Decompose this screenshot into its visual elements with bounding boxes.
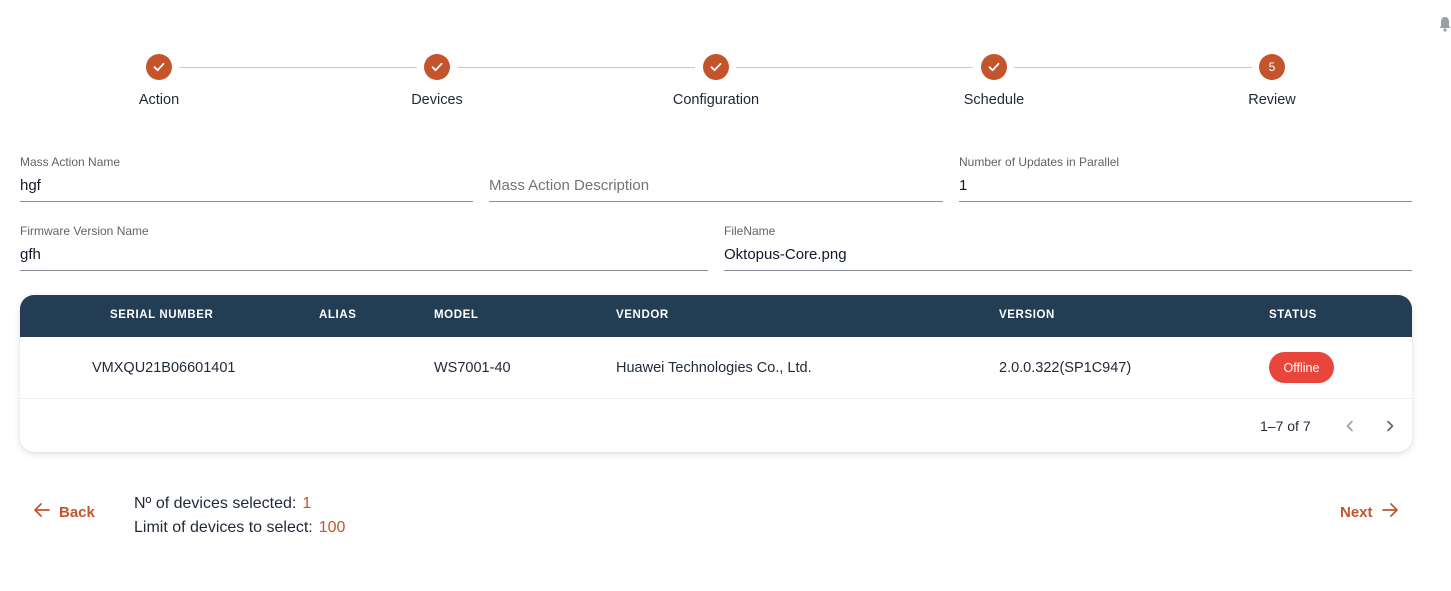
back-button[interactable]: Back xyxy=(33,502,95,522)
devices-selected-label: Nº of devices selected: xyxy=(134,495,297,512)
chevron-right-icon[interactable] xyxy=(1378,414,1402,438)
field-label: Firmware Version Name xyxy=(20,224,149,238)
column-header-serial: SERIAL NUMBER xyxy=(110,309,214,321)
column-header-model: MODEL xyxy=(434,309,479,321)
stepper: Action Devices Configuration Schedule 5 … xyxy=(0,54,1451,124)
column-header-version: VERSION xyxy=(999,309,1055,321)
field-value: Oktopus-Core.png xyxy=(724,246,847,263)
arrow-left-icon xyxy=(33,502,51,522)
column-header-alias: ALIAS xyxy=(319,309,357,321)
back-label: Back xyxy=(59,503,95,521)
file-name-field[interactable]: FileName Oktopus-Core.png xyxy=(724,224,1412,271)
mass-action-description-field[interactable]: Mass Action Description xyxy=(489,155,943,202)
devices-table: SERIAL NUMBER ALIAS MODEL VENDOR VERSION… xyxy=(20,295,1412,452)
cell-serial: VMXQU21B06601401 xyxy=(92,360,236,376)
cell-vendor: Huawei Technologies Co., Ltd. xyxy=(616,360,812,376)
check-icon xyxy=(146,54,172,80)
field-value: hgf xyxy=(20,177,41,194)
step-label: Devices xyxy=(411,92,463,108)
step-label: Review xyxy=(1248,92,1296,108)
step-configuration: Configuration xyxy=(616,54,816,108)
field-label: FileName xyxy=(724,224,776,238)
field-label: Mass Action Name xyxy=(20,155,121,169)
firmware-version-name-field[interactable]: Firmware Version Name gfh xyxy=(20,224,708,271)
pagination-info: 1–7 of 7 xyxy=(1260,418,1311,434)
step-label: Configuration xyxy=(672,92,760,108)
step-schedule: Schedule xyxy=(894,54,1094,108)
check-icon xyxy=(424,54,450,80)
table-header: SERIAL NUMBER ALIAS MODEL VENDOR VERSION… xyxy=(20,295,1412,337)
cell-version: 2.0.0.322(SP1C947) xyxy=(999,360,1132,376)
step-action: Action xyxy=(59,54,259,108)
next-label: Next xyxy=(1340,503,1373,521)
devices-selected-value: 1 xyxy=(302,495,312,512)
mass-action-name-field[interactable]: Mass Action Name hgf xyxy=(20,155,473,202)
cell-model: WS7001-40 xyxy=(434,360,511,376)
device-limit-label: Limit of devices to select: xyxy=(134,519,313,536)
column-header-vendor: VENDOR xyxy=(616,309,669,321)
status-badge: Offline xyxy=(1269,352,1334,383)
arrow-right-icon xyxy=(1381,502,1399,522)
field-label: Number of Updates in Parallel xyxy=(959,155,1120,169)
chevron-left-icon[interactable] xyxy=(1338,414,1362,438)
field-placeholder: Mass Action Description xyxy=(489,177,650,194)
field-value: 1 xyxy=(959,177,968,194)
device-limit-value: 100 xyxy=(318,519,346,536)
field-value: gfh xyxy=(20,246,41,263)
check-icon xyxy=(703,54,729,80)
check-icon xyxy=(981,54,1007,80)
bell-icon[interactable] xyxy=(1438,16,1451,32)
step-label: Schedule xyxy=(963,92,1025,108)
devices-selected-info: Nº of devices selected: 1 xyxy=(134,495,311,513)
step-review: 5 Review xyxy=(1172,54,1372,108)
column-header-status: STATUS xyxy=(1269,309,1317,321)
table-row[interactable]: VMXQU21B06601401 WS7001-40 Huawei Techno… xyxy=(20,337,1412,399)
updates-parallel-field[interactable]: Number of Updates in Parallel 1 xyxy=(959,155,1412,202)
device-limit-info: Limit of devices to select: 100 xyxy=(134,519,345,537)
step-devices: Devices xyxy=(337,54,537,108)
step-number: 5 xyxy=(1259,54,1285,80)
next-button[interactable]: Next xyxy=(1340,502,1399,522)
step-label: Action xyxy=(138,92,180,108)
